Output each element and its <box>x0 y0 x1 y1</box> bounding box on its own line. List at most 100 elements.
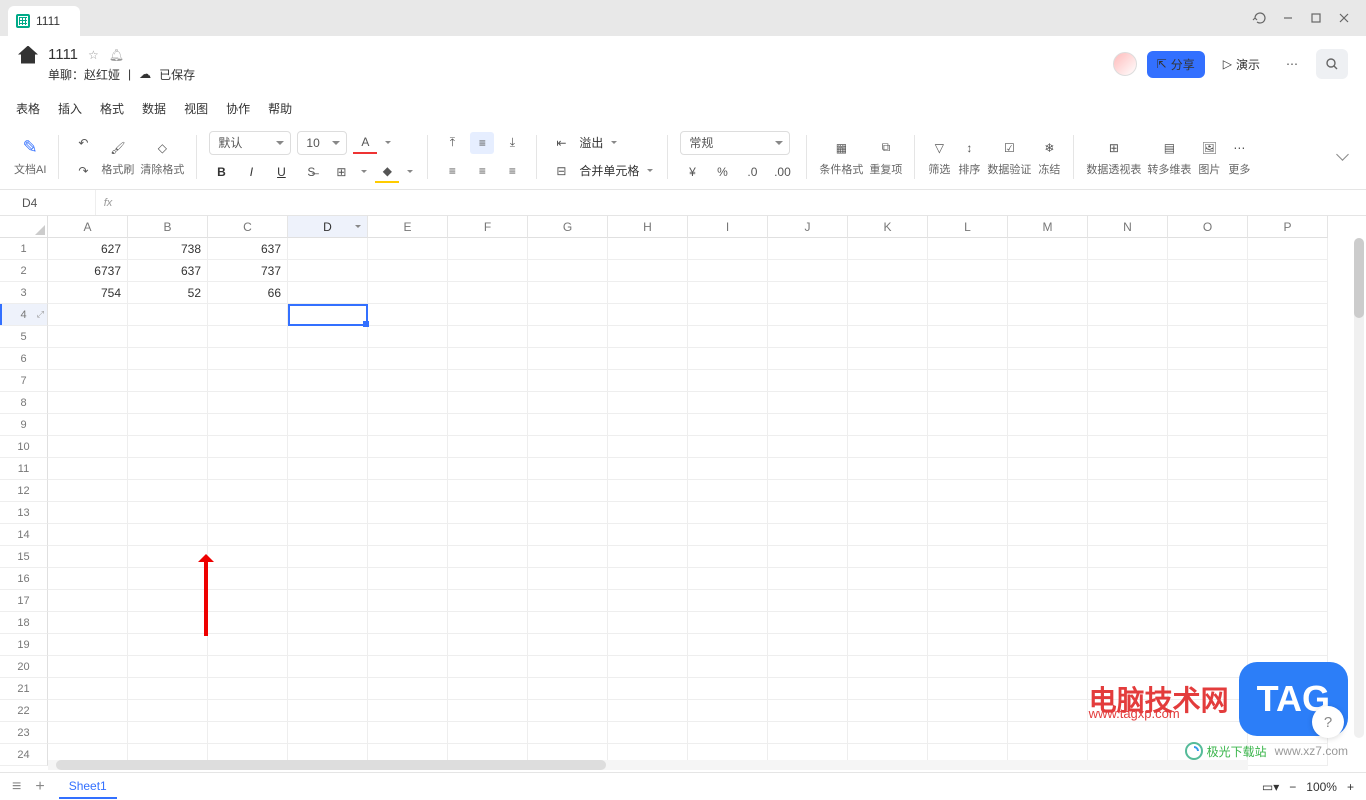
cell[interactable] <box>608 370 688 392</box>
cell[interactable] <box>768 656 848 678</box>
cell[interactable] <box>768 348 848 370</box>
cell[interactable] <box>1248 326 1328 348</box>
cell[interactable] <box>608 282 688 304</box>
cell[interactable] <box>1168 612 1248 634</box>
cell[interactable] <box>448 414 528 436</box>
row-header[interactable]: 18 <box>0 612 48 634</box>
close-button[interactable] <box>1330 4 1358 32</box>
decimal-dec-button[interactable]: .0 <box>740 161 764 183</box>
cell[interactable] <box>48 568 128 590</box>
cell[interactable] <box>528 436 608 458</box>
cell[interactable] <box>1248 744 1328 766</box>
zoom-level[interactable]: 100% <box>1306 780 1337 794</box>
cell[interactable] <box>208 304 288 326</box>
cell[interactable] <box>928 348 1008 370</box>
cell[interactable] <box>608 304 688 326</box>
cell[interactable] <box>528 480 608 502</box>
cell[interactable] <box>1168 436 1248 458</box>
cell[interactable] <box>448 612 528 634</box>
cell[interactable] <box>1088 634 1168 656</box>
cell[interactable] <box>1248 282 1328 304</box>
cell[interactable] <box>448 524 528 546</box>
cell[interactable] <box>128 458 208 480</box>
cell[interactable] <box>608 414 688 436</box>
cell[interactable] <box>768 458 848 480</box>
cell[interactable] <box>1248 502 1328 524</box>
cell[interactable] <box>288 326 368 348</box>
cell[interactable] <box>48 722 128 744</box>
row-header[interactable]: 17 <box>0 590 48 612</box>
cell[interactable] <box>1248 678 1328 700</box>
cell[interactable] <box>208 436 288 458</box>
cell[interactable] <box>928 304 1008 326</box>
cell[interactable] <box>288 590 368 612</box>
menu-insert[interactable]: 插入 <box>58 100 82 117</box>
cell[interactable] <box>688 414 768 436</box>
cell[interactable] <box>528 502 608 524</box>
cell[interactable] <box>528 700 608 722</box>
cell[interactable] <box>848 458 928 480</box>
cell[interactable] <box>608 436 688 458</box>
cell[interactable] <box>208 480 288 502</box>
cell[interactable] <box>208 326 288 348</box>
cell[interactable] <box>768 392 848 414</box>
cell[interactable] <box>528 458 608 480</box>
col-header[interactable]: F <box>448 216 528 238</box>
cell[interactable] <box>1248 546 1328 568</box>
cell[interactable] <box>1008 238 1088 260</box>
align-right-button[interactable]: ≡ <box>500 160 524 182</box>
cell[interactable] <box>928 436 1008 458</box>
cell[interactable] <box>1008 370 1088 392</box>
cell[interactable] <box>448 436 528 458</box>
cell[interactable] <box>288 260 368 282</box>
cell[interactable] <box>128 722 208 744</box>
cell[interactable] <box>48 326 128 348</box>
cell[interactable] <box>928 238 1008 260</box>
cell[interactable] <box>768 524 848 546</box>
cell[interactable] <box>768 326 848 348</box>
cell[interactable] <box>928 282 1008 304</box>
cell[interactable] <box>288 612 368 634</box>
collapse-toolbar-button[interactable] <box>1332 146 1352 166</box>
cell[interactable] <box>368 656 448 678</box>
cell[interactable] <box>608 634 688 656</box>
cell[interactable]: 754 <box>48 282 128 304</box>
percent-button[interactable]: % <box>710 161 734 183</box>
cell[interactable] <box>448 634 528 656</box>
cell[interactable] <box>688 568 768 590</box>
row-header[interactable]: 10 <box>0 436 48 458</box>
cell[interactable] <box>688 524 768 546</box>
cell[interactable] <box>368 678 448 700</box>
cell[interactable] <box>1008 656 1088 678</box>
more-icon[interactable]: ⋯ <box>1227 137 1251 159</box>
chevron-down-icon[interactable] <box>355 222 361 231</box>
cell[interactable] <box>928 700 1008 722</box>
cell[interactable] <box>128 348 208 370</box>
cell[interactable] <box>1088 568 1168 590</box>
brush-icon[interactable]: 🖌 <box>106 137 130 159</box>
cell[interactable] <box>128 414 208 436</box>
cell[interactable] <box>1248 458 1328 480</box>
cell[interactable] <box>848 678 928 700</box>
cell[interactable]: 637 <box>208 238 288 260</box>
cell[interactable] <box>48 414 128 436</box>
cell[interactable] <box>1088 304 1168 326</box>
bell-icon[interactable]: 🔔︎ <box>109 48 124 62</box>
cell[interactable] <box>208 414 288 436</box>
cell[interactable] <box>288 414 368 436</box>
cell[interactable] <box>1088 282 1168 304</box>
cell[interactable] <box>688 502 768 524</box>
cell[interactable] <box>288 370 368 392</box>
cell[interactable] <box>368 568 448 590</box>
cell[interactable] <box>608 700 688 722</box>
col-header[interactable]: D <box>288 216 368 238</box>
col-header[interactable]: G <box>528 216 608 238</box>
cell[interactable] <box>448 260 528 282</box>
row-header[interactable]: 23 <box>0 722 48 744</box>
font-select[interactable]: 默认 <box>209 131 291 155</box>
cell[interactable] <box>608 678 688 700</box>
cell[interactable] <box>928 502 1008 524</box>
align-middle-button[interactable]: ≡ <box>470 132 494 154</box>
row-header[interactable]: 14 <box>0 524 48 546</box>
cell[interactable] <box>1008 480 1088 502</box>
